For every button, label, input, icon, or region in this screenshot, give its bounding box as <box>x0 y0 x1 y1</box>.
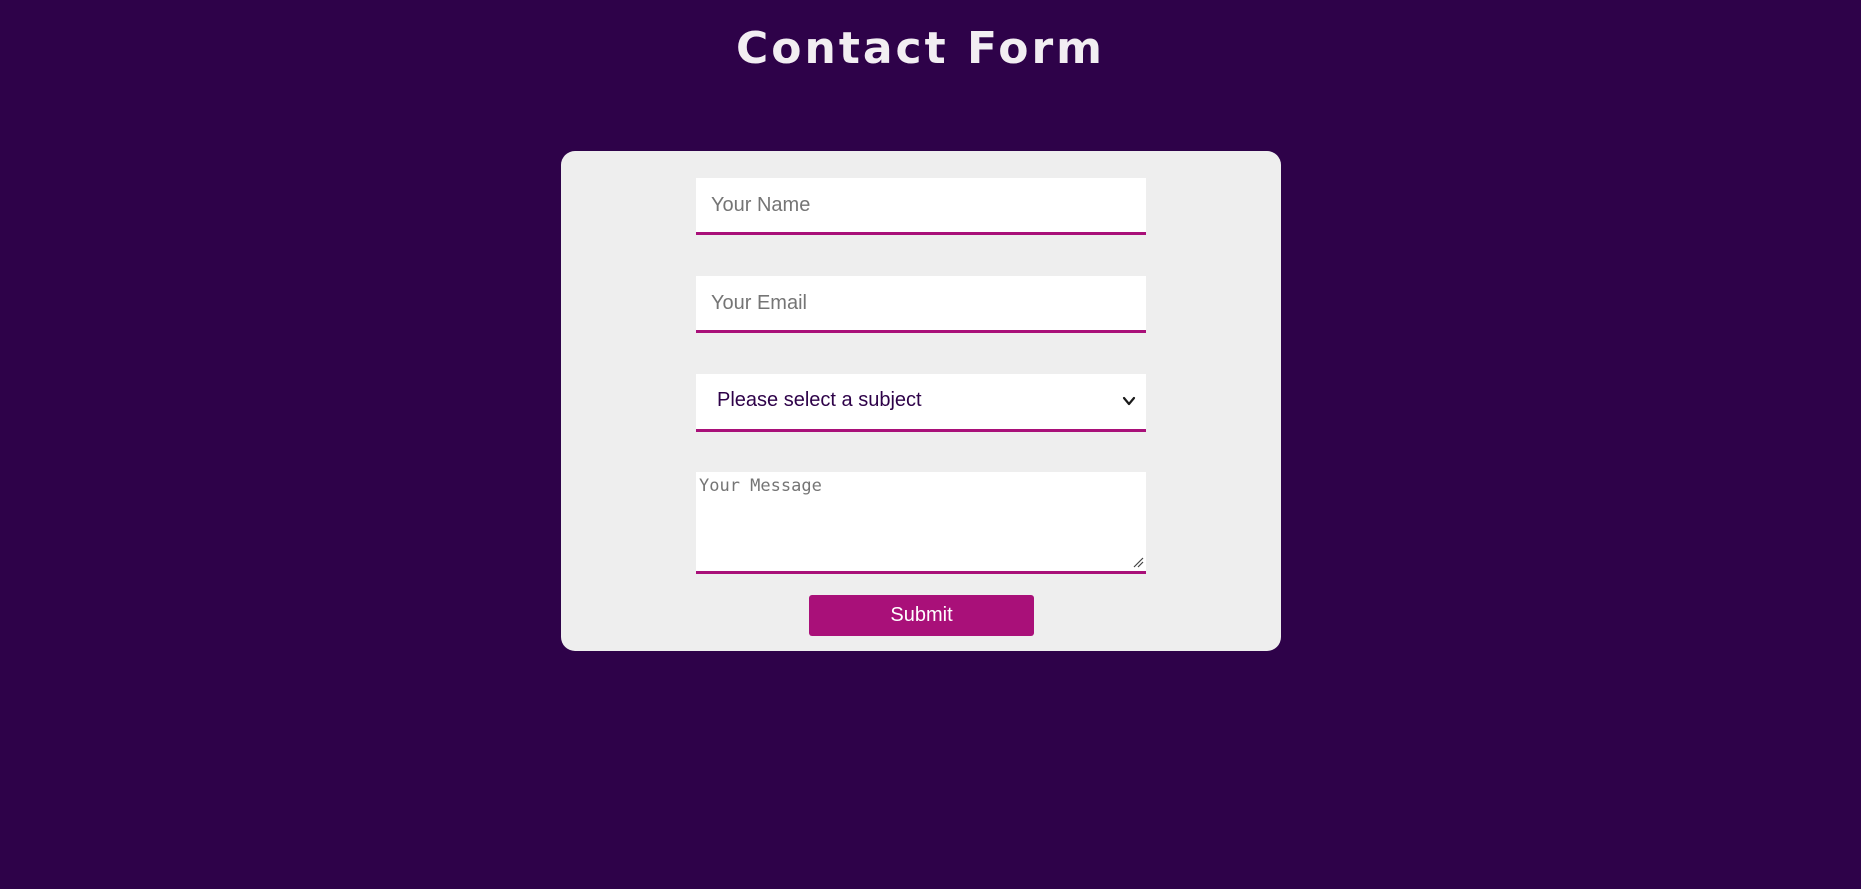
message-textarea[interactable] <box>696 472 1146 574</box>
name-input[interactable] <box>696 178 1146 235</box>
chevron-down-icon <box>1122 396 1136 406</box>
subject-select[interactable]: Please select a subject <box>696 374 1146 432</box>
email-input[interactable] <box>696 276 1146 333</box>
contact-form-card: Please select a subject Submit <box>561 151 1281 651</box>
subject-select-value: Please select a subject <box>717 389 922 411</box>
submit-button[interactable]: Submit <box>809 595 1034 636</box>
page-title: Contact Form <box>735 23 1106 74</box>
contact-page: Contact Form Please select a subject Sub… <box>0 0 1861 889</box>
resize-grip-icon[interactable] <box>1132 556 1144 568</box>
